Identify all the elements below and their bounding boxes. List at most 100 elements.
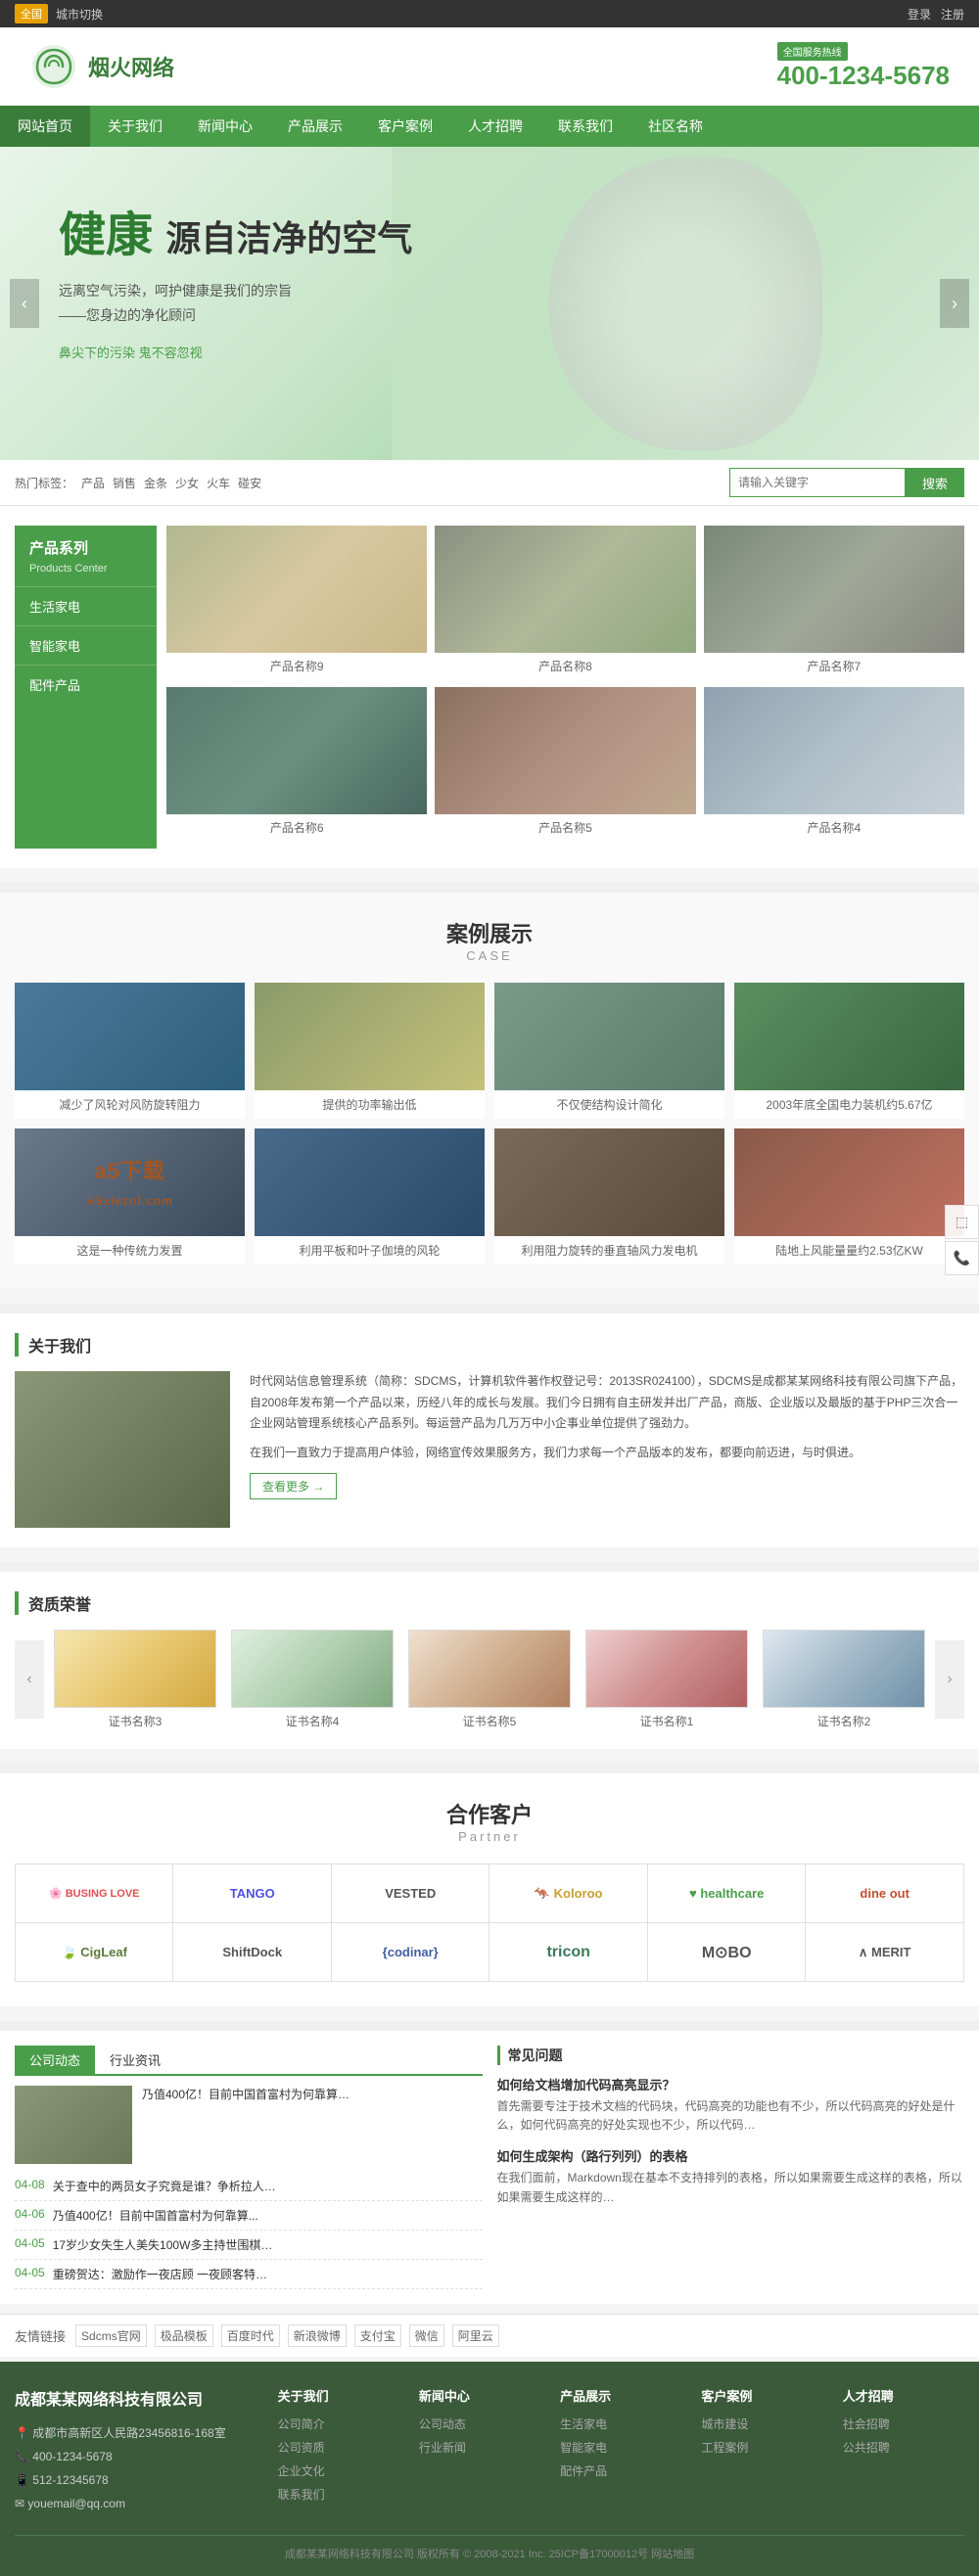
nav-item-about[interactable]: 关于我们 bbox=[90, 106, 180, 147]
region-badge[interactable]: 全国 bbox=[15, 4, 48, 23]
news-title-3[interactable]: 17岁少女失生人美失100W多主持世围棋… bbox=[53, 2236, 483, 2253]
case-title-main: 案例展示 bbox=[15, 917, 964, 948]
news-list-item-1: 04-08 关于查中的两员女子究竟是谁？争析拉人… bbox=[15, 2172, 483, 2201]
link-baidu[interactable]: 百度时代 bbox=[221, 2324, 280, 2347]
case-item-3[interactable]: 不仅使结构设计简化 bbox=[494, 983, 724, 1119]
footer-links-about: 关于我们 公司简介 公司资质 企业文化 联系我们 bbox=[278, 2386, 399, 2515]
news-tab-industry[interactable]: 行业资讯 bbox=[95, 2046, 175, 2074]
register-link[interactable]: 注册 bbox=[941, 6, 964, 23]
case-item-4[interactable]: 2003年底全国电力装机约5.67亿 bbox=[734, 983, 964, 1119]
product-item-9[interactable]: 产品名称9 bbox=[166, 526, 427, 679]
nav-item-news[interactable]: 新闻中心 bbox=[180, 106, 270, 147]
award-item-4[interactable]: 证书名称1 bbox=[585, 1630, 748, 1729]
partner-cigleaf[interactable]: 🍃 CigLeaf bbox=[16, 1923, 173, 1982]
news-title-2[interactable]: 乃值400亿！目前中国首富村为何靠算... bbox=[53, 2207, 483, 2224]
nav-item-products[interactable]: 产品展示 bbox=[270, 106, 360, 147]
hero-prev-arrow[interactable]: ‹ bbox=[10, 279, 39, 328]
search-input[interactable] bbox=[729, 468, 906, 497]
city-switch[interactable]: 城市切换 bbox=[56, 6, 103, 23]
footer-top: 成都某某网络科技有限公司 📍 成都市高新区人民路23456816-168室 📞 … bbox=[15, 2386, 964, 2515]
product-item-6[interactable]: 产品名称6 bbox=[166, 687, 427, 841]
about-more-link[interactable]: 查看更多 → bbox=[250, 1473, 337, 1499]
nav-item-home[interactable]: 网站首页 bbox=[0, 106, 90, 147]
case-item-5[interactable]: a5下载A5xiezol.com 这是一种传统力发置 bbox=[15, 1128, 245, 1265]
footer-link-accessories[interactable]: 配件产品 bbox=[560, 2460, 681, 2483]
partner-vested[interactable]: VESTED bbox=[332, 1864, 490, 1923]
case-item-7[interactable]: 利用阻力旋转的垂直轴风力发电机 bbox=[494, 1128, 724, 1265]
sidebar-menu-item-1[interactable]: 生活家电 bbox=[15, 586, 157, 625]
nav-item-jobs[interactable]: 人才招聘 bbox=[450, 106, 540, 147]
tag-products[interactable]: 产品 bbox=[81, 475, 105, 491]
partner-merit[interactable]: ∧ MERIT bbox=[806, 1923, 963, 1982]
footer-link-intro[interactable]: 公司简介 bbox=[278, 2413, 399, 2436]
footer-link-culture[interactable]: 企业文化 bbox=[278, 2460, 399, 2483]
award-item-1[interactable]: 证书名称3 bbox=[54, 1630, 216, 1729]
link-sdcms[interactable]: Sdcms官网 bbox=[75, 2324, 147, 2347]
link-weibo[interactable]: 新浪微博 bbox=[288, 2324, 347, 2347]
footer-link-city[interactable]: 城市建设 bbox=[701, 2413, 822, 2436]
award-item-3[interactable]: 证书名称5 bbox=[408, 1630, 571, 1729]
partner-dineout[interactable]: dine out bbox=[806, 1864, 963, 1923]
hero-banner: 健康 源自洁净的空气 远离空气污染，呵护健康是我们的宗旨 ——您身边的净化顾问 … bbox=[0, 147, 979, 460]
partner-shiftdock[interactable]: ShiftDock bbox=[173, 1923, 331, 1982]
footer-link-industry-news[interactable]: 行业新闻 bbox=[419, 2436, 540, 2460]
logo[interactable]: 烟火网络 bbox=[29, 42, 174, 91]
nav-item-contact[interactable]: 联系我们 bbox=[540, 106, 630, 147]
hero-next-arrow[interactable]: › bbox=[940, 279, 969, 328]
footer-link-company-news[interactable]: 公司动态 bbox=[419, 2413, 540, 2436]
sidebar-menu-item-3[interactable]: 配件产品 bbox=[15, 665, 157, 704]
news-title-4[interactable]: 重磅贺达：激励作一夜店顾 一夜顾客特… bbox=[53, 2266, 483, 2282]
search-button[interactable]: 搜索 bbox=[906, 468, 964, 497]
partner-busingLove[interactable]: 🌸 BUSING LOVE bbox=[16, 1864, 173, 1923]
tag-gold[interactable]: 金条 bbox=[144, 475, 167, 491]
tag-girl[interactable]: 少女 bbox=[175, 475, 199, 491]
partner-tango[interactable]: TANGO bbox=[173, 1864, 331, 1923]
link-wechat[interactable]: 微信 bbox=[409, 2324, 444, 2347]
qa-question-2[interactable]: 如何生成架构（路行列列）的表格 bbox=[497, 2146, 965, 2165]
awards-prev-arrow[interactable]: ‹ bbox=[15, 1640, 44, 1719]
link-templates[interactable]: 极品模板 bbox=[155, 2324, 213, 2347]
qa-question-1[interactable]: 如何给文档增加代码高亮显示？ bbox=[497, 2075, 965, 2093]
tag-security[interactable]: 碰安 bbox=[238, 475, 261, 491]
tag-train[interactable]: 火车 bbox=[207, 475, 230, 491]
award-item-5[interactable]: 证书名称2 bbox=[763, 1630, 925, 1729]
footer-link-public[interactable]: 公共招聘 bbox=[843, 2436, 964, 2460]
nav-item-community[interactable]: 社区名称 bbox=[630, 106, 721, 147]
footer-link-engineering[interactable]: 工程案例 bbox=[701, 2436, 822, 2460]
awards-next-arrow[interactable]: › bbox=[935, 1640, 964, 1719]
sidebar-menu-item-2[interactable]: 智能家电 bbox=[15, 625, 157, 665]
products-layout: 产品系列 Products Center 生活家电 智能家电 配件产品 产品名称… bbox=[15, 526, 964, 849]
footer-link-contact[interactable]: 联系我们 bbox=[278, 2483, 399, 2507]
login-link[interactable]: 登录 bbox=[908, 6, 931, 23]
nav-item-cases[interactable]: 客户案例 bbox=[360, 106, 450, 147]
news-title-1[interactable]: 关于查中的两员女子究竟是谁？争析拉人… bbox=[53, 2178, 483, 2194]
case-item-1[interactable]: 减少了风轮对风防旋转阻力 bbox=[15, 983, 245, 1119]
about-text-2: 在我们一直致力于提高用户体验，网络宣传效果服务方，我们力求每一个产品版本的发布，… bbox=[250, 1443, 964, 1464]
case-item-6[interactable]: 利用平板和叶子伽境的风轮 bbox=[255, 1128, 485, 1265]
partner-tricon[interactable]: tricon bbox=[490, 1923, 647, 1982]
qa-item-2: 如何生成架构（路行列列）的表格 在我们面前，Markdown现在基本不支持排列的… bbox=[497, 2146, 965, 2206]
case-item-8[interactable]: 陆地上风能量量约2.53亿KW bbox=[734, 1128, 964, 1265]
partner-codinar[interactable]: {codinar} bbox=[332, 1923, 490, 1982]
product-item-7[interactable]: 产品名称7 bbox=[704, 526, 964, 679]
partner-healthcare[interactable]: ♥ healthcare bbox=[648, 1864, 806, 1923]
case-item-2[interactable]: 提供的功率输出低 bbox=[255, 983, 485, 1119]
hero-link[interactable]: 鼻尖下的污染 鬼不容忽视 bbox=[59, 345, 203, 360]
float-share-btn[interactable]: ⬚ bbox=[945, 1205, 979, 1239]
link-alipay[interactable]: 支付宝 bbox=[354, 2324, 401, 2347]
partner-koloroo[interactable]: 🦘 Koloroo bbox=[490, 1864, 647, 1923]
footer-link-social[interactable]: 社会招聘 bbox=[843, 2413, 964, 2436]
award-item-2[interactable]: 证书名称4 bbox=[231, 1630, 394, 1729]
footer-link-cert[interactable]: 公司资质 bbox=[278, 2436, 399, 2460]
product-item-5[interactable]: 产品名称5 bbox=[435, 687, 695, 841]
product-item-8[interactable]: 产品名称8 bbox=[435, 526, 695, 679]
product-item-4[interactable]: 产品名称4 bbox=[704, 687, 964, 841]
link-aliyun[interactable]: 阿里云 bbox=[452, 2324, 499, 2347]
news-tab-company[interactable]: 公司动态 bbox=[15, 2046, 95, 2074]
tag-sales[interactable]: 销售 bbox=[113, 475, 136, 491]
float-phone-btn[interactable]: 📞 bbox=[945, 1241, 979, 1275]
case-caption-5: 这是一种传统力发置 bbox=[15, 1236, 245, 1265]
footer-link-home-appliance[interactable]: 生活家电 bbox=[560, 2413, 681, 2436]
partner-mobo[interactable]: M⊙BO bbox=[648, 1923, 806, 1982]
footer-link-smart[interactable]: 智能家电 bbox=[560, 2436, 681, 2460]
